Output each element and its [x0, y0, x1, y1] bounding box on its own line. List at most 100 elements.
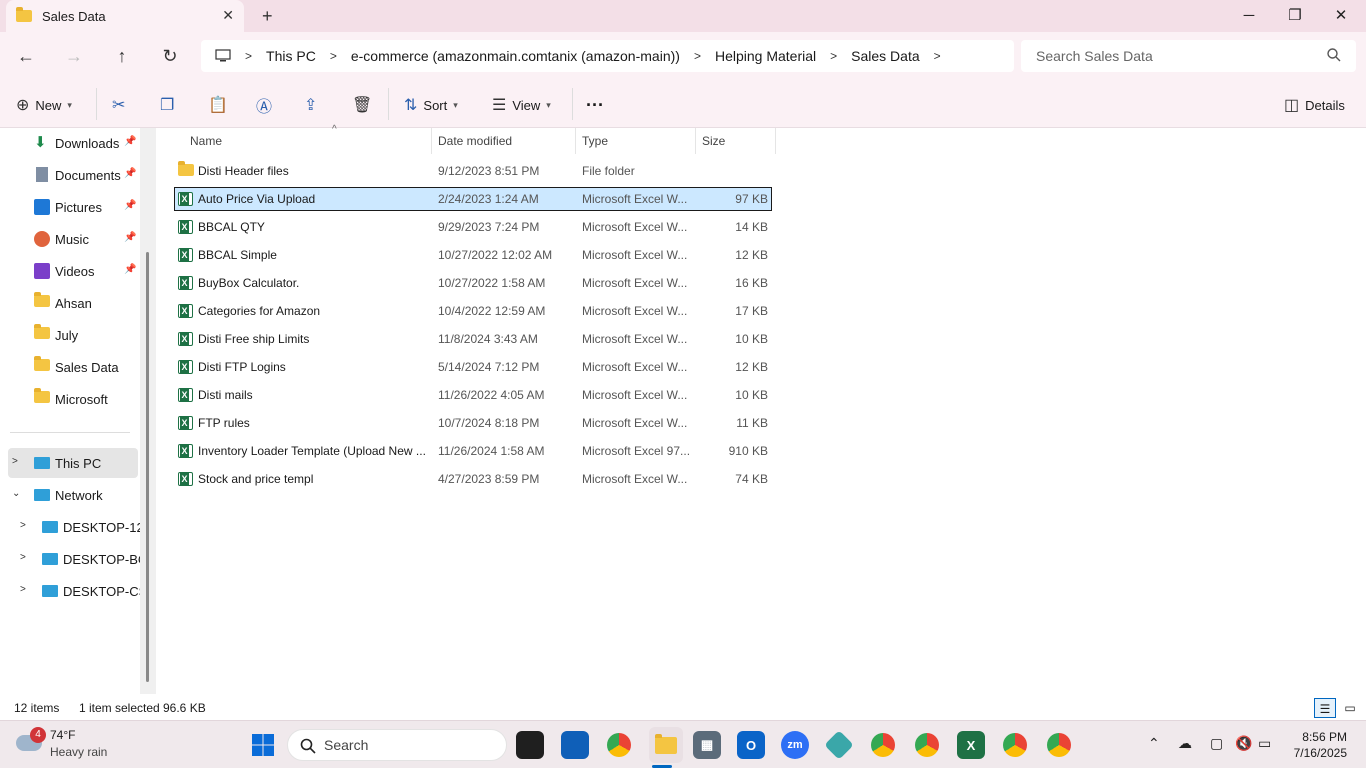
chrome-icon[interactable] — [605, 731, 633, 759]
cut-button[interactable]: ✂ — [112, 92, 131, 118]
sort-button[interactable]: ⇅ Sort ▾ — [404, 92, 458, 118]
chrome-profile-icon[interactable] — [913, 731, 941, 759]
file-row[interactable]: Disti Header files 9/12/2023 8:51 PM Fil… — [174, 159, 772, 183]
sidebar-item-downloads[interactable]: ⬇ Downloads 📌 — [0, 128, 140, 158]
breadcrumb-this-pc[interactable]: This PC — [266, 48, 316, 64]
pin-icon[interactable]: 📌 — [124, 264, 136, 275]
file-row[interactable]: Disti mails 11/26/2022 4:05 AM Microsoft… — [174, 383, 772, 407]
chrome-profile-icon[interactable] — [1001, 731, 1029, 759]
sidebar-item-videos[interactable]: Videos 📌 — [0, 256, 140, 286]
file-row[interactable]: Stock and price templ 4/27/2023 8:59 PM … — [174, 467, 772, 491]
chrome-profile-icon[interactable] — [869, 731, 897, 759]
start-button[interactable] — [249, 731, 277, 759]
battery-icon[interactable]: ▭ — [1258, 735, 1271, 752]
forward-arrow-icon[interactable]: → — [62, 44, 86, 68]
tab-sales-data[interactable]: Sales Data ✕ — [6, 0, 244, 32]
sidebar-item-network[interactable]: ⌄ Network — [0, 480, 140, 510]
file-row[interactable]: BuyBox Calculator. 10/27/2022 1:58 AM Mi… — [174, 271, 772, 295]
file-row-selected[interactable]: Auto Price Via Upload 2/24/2023 1:24 AM … — [174, 187, 772, 211]
app-diamond-icon[interactable] — [824, 730, 854, 760]
file-type: File folder — [582, 164, 635, 178]
sidebar-item-music[interactable]: Music 📌 — [0, 224, 140, 254]
tiles-view-button[interactable]: ▭ — [1339, 698, 1361, 718]
sidebar-item-computer[interactable]: > DESKTOP-CSK — [0, 576, 140, 606]
up-arrow-icon[interactable]: ↑ — [110, 44, 134, 68]
zoom-icon[interactable]: zm — [781, 731, 809, 759]
breadcrumb-helping-material[interactable]: Helping Material — [715, 48, 816, 64]
pin-icon[interactable]: 📌 — [124, 136, 136, 147]
column-header-date[interactable]: Date modified — [432, 128, 576, 154]
file-row[interactable]: Categories for Amazon 10/4/2022 12:59 AM… — [174, 299, 772, 323]
sidebar-item-sales-data[interactable]: Sales Data — [0, 352, 140, 382]
pin-icon[interactable]: 📌 — [124, 168, 136, 179]
file-date: 11/26/2022 4:05 AM — [438, 388, 545, 402]
sidebar-item-computer[interactable]: > DESKTOP-BCE — [0, 544, 140, 574]
breadcrumb-ecommerce[interactable]: e-commerce (amazonmain.comtanix (amazon-… — [351, 48, 680, 64]
maximize-button[interactable]: ❐ — [1272, 4, 1318, 28]
view-button[interactable]: ☰ View ▾ — [492, 92, 551, 118]
back-arrow-icon[interactable]: ← — [14, 44, 38, 68]
file-explorer-icon[interactable] — [649, 727, 683, 763]
rename-button[interactable]: Ⓐ — [256, 92, 278, 118]
column-header-size[interactable]: Size — [696, 128, 776, 154]
column-header-type[interactable]: Type — [576, 128, 696, 154]
file-name: BBCAL Simple — [198, 248, 277, 262]
sidebar-item-this-pc[interactable]: > This PC — [8, 448, 138, 478]
chevron-right-icon[interactable]: > — [20, 584, 26, 595]
sidebar-item-label: Downloads — [55, 136, 120, 151]
chevron-right-icon[interactable]: > — [12, 456, 18, 467]
chevron-right-icon[interactable]: > — [20, 520, 26, 531]
sidebar-item-computer[interactable]: > DESKTOP-12S2 — [0, 512, 140, 542]
calculator-icon[interactable]: ▦ — [693, 731, 721, 759]
refresh-icon[interactable]: ↻ — [158, 44, 182, 68]
share-button[interactable]: ⇪ — [304, 92, 323, 118]
clock[interactable]: 8:56 PM 7/16/2025 — [1283, 729, 1347, 761]
chevron-right-icon[interactable]: > — [20, 552, 26, 563]
file-row[interactable]: Inventory Loader Template (Upload New ..… — [174, 439, 772, 463]
new-button[interactable]: ⊕ New ▾ — [16, 92, 72, 118]
pictures-icon — [34, 199, 50, 215]
chevron-down-icon[interactable]: ⌄ — [12, 488, 20, 499]
file-row[interactable]: BBCAL Simple 10/27/2022 12:02 AM Microso… — [174, 243, 772, 267]
taskbar-search[interactable]: Search — [287, 729, 507, 761]
column-header-name[interactable]: Name ^ — [184, 124, 432, 154]
new-tab-button[interactable]: + — [262, 6, 273, 27]
paste-button[interactable]: 📋 — [208, 92, 234, 118]
details-button[interactable]: ◫ Details — [1284, 92, 1345, 118]
breadcrumb-separator[interactable]: > — [934, 49, 941, 63]
minimize-button[interactable]: ─ — [1226, 4, 1272, 28]
copy-button[interactable]: ❐ — [160, 92, 180, 118]
outlook-icon[interactable]: O — [737, 731, 765, 759]
file-row[interactable]: Disti FTP Logins 5/14/2024 7:12 PM Micro… — [174, 355, 772, 379]
more-options-button[interactable]: ··· — [586, 92, 604, 118]
volume-muted-icon[interactable]: 🔇 — [1235, 735, 1252, 752]
excel-icon[interactable]: X — [957, 731, 985, 759]
chrome-profile-icon[interactable] — [1045, 731, 1073, 759]
breadcrumb-sales-data[interactable]: Sales Data — [851, 48, 919, 64]
breadcrumb[interactable]: > This PC > e-commerce (amazonmain.comta… — [201, 40, 1014, 72]
store-icon[interactable] — [561, 731, 589, 759]
toolbar-divider — [96, 88, 97, 120]
display-icon[interactable]: ▢ — [1210, 735, 1223, 752]
sidebar-item-ahsan[interactable]: Ahsan — [0, 288, 140, 318]
file-row[interactable]: BBCAL QTY 9/29/2023 7:24 PM Microsoft Ex… — [174, 215, 772, 239]
close-tab-icon[interactable]: ✕ — [222, 7, 234, 24]
sidebar-item-microsoft[interactable]: Microsoft — [0, 384, 140, 414]
search-input[interactable]: Search Sales Data — [1021, 40, 1356, 72]
close-window-button[interactable]: ✕ — [1318, 4, 1364, 28]
pin-icon[interactable]: 📌 — [124, 200, 136, 211]
file-list: Name ^ Date modified Type Size Disti Hea… — [156, 124, 1366, 694]
file-row[interactable]: Disti Free ship Limits 11/8/2024 3:43 AM… — [174, 327, 772, 351]
sidebar-item-documents[interactable]: Documents 📌 — [0, 160, 140, 190]
sidebar-scrollbar-thumb[interactable] — [146, 252, 149, 682]
breadcrumb-separator: > — [245, 49, 253, 63]
delete-button[interactable]: 🗑 — [352, 92, 378, 118]
task-view-icon[interactable] — [516, 731, 544, 759]
pin-icon[interactable]: 📌 — [124, 232, 136, 243]
file-row[interactable]: FTP rules 10/7/2024 8:18 PM Microsoft Ex… — [174, 411, 772, 435]
chevron-up-icon[interactable]: ⌃ — [1148, 735, 1160, 752]
details-view-button[interactable]: ☰ — [1314, 698, 1336, 718]
sidebar-item-pictures[interactable]: Pictures 📌 — [0, 192, 140, 222]
cloud-offline-icon[interactable]: ☁ — [1178, 735, 1192, 752]
sidebar-item-july[interactable]: July — [0, 320, 140, 350]
